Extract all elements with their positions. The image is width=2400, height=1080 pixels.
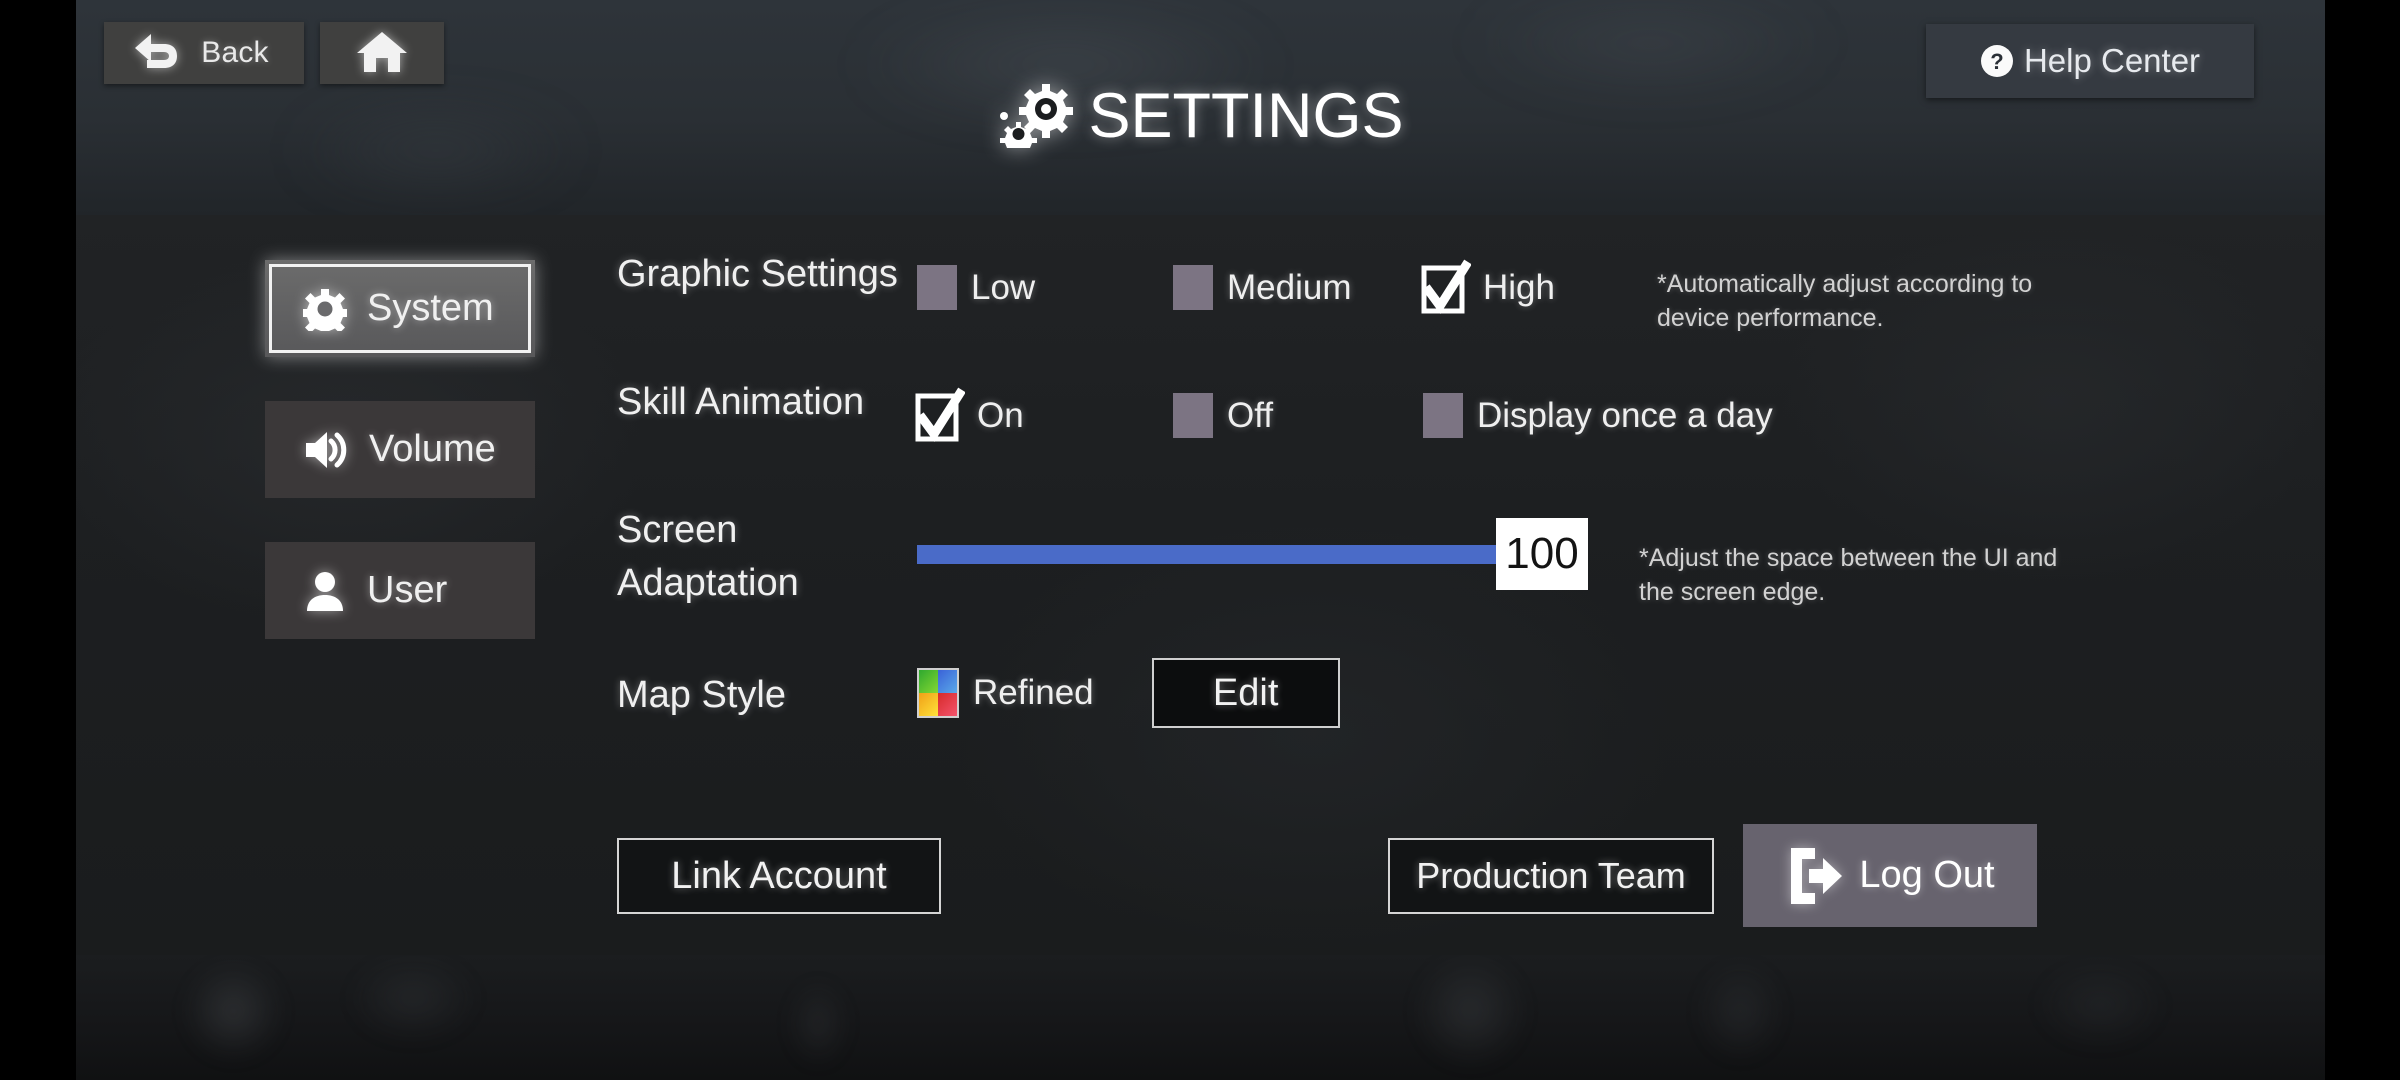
row-map-style: Map Style Refined Edit	[617, 633, 2317, 753]
checkbox-unchecked-icon	[1423, 393, 1463, 438]
checkbox-skill-off[interactable]: Off	[1173, 393, 1423, 438]
map-style-label: Refined	[973, 673, 1094, 712]
person-icon	[303, 569, 347, 613]
logout-button[interactable]: Log Out	[1743, 824, 2037, 927]
option-label: Medium	[1227, 267, 1352, 307]
checkbox-graphic-low[interactable]: Low	[917, 265, 1173, 310]
row-graphic-settings: Graphic Settings Low Medium High *Automa…	[617, 245, 2317, 373]
back-button-label: Back	[201, 36, 269, 69]
sidebar-item-system[interactable]: System	[265, 260, 535, 357]
sidebar-item-user[interactable]: User	[265, 542, 535, 639]
row-screen-adaptation: Screen Adaptation 100 *Adjust the space …	[617, 501, 2317, 633]
checkbox-skill-on[interactable]: On	[915, 387, 1173, 442]
top-navigation: Back	[104, 22, 444, 84]
help-center-button[interactable]: ? Help Center	[1926, 24, 2254, 98]
logout-label: Log Out	[1859, 854, 1995, 896]
row-label: Graphic Settings	[617, 253, 898, 295]
checkbox-unchecked-icon	[1173, 393, 1213, 438]
color-palette-icon	[917, 668, 959, 718]
screen-adaptation-hint: *Adjust the space between the UI and the…	[1639, 544, 2058, 606]
checkbox-unchecked-icon	[917, 265, 957, 310]
map-style-selector[interactable]: Refined	[917, 668, 1094, 718]
page-title-text: SETTINGS	[1088, 80, 1404, 151]
row-label: Skill Animation	[617, 381, 865, 423]
sidebar-item-label: User	[367, 569, 448, 611]
checkbox-checked-icon	[1421, 259, 1471, 314]
option-label: Display once a day	[1477, 395, 1773, 435]
settings-screen: Back SETTINGS ? Help Center System Volum…	[0, 0, 2400, 1080]
map-style-value: Refined Edit	[917, 658, 1340, 728]
checkbox-graphic-high[interactable]: High	[1421, 259, 1623, 314]
checkbox-checked-icon	[915, 387, 965, 442]
home-icon	[356, 29, 408, 78]
gear-icon	[996, 78, 1076, 159]
slider-track[interactable]	[917, 545, 1509, 564]
row-label: Map Style	[617, 673, 786, 716]
option-label: High	[1483, 267, 1555, 307]
sidebar-item-label: System	[367, 287, 494, 329]
question-mark-icon: ?	[1980, 44, 2014, 78]
screen-adaptation-slider[interactable]: 100	[917, 518, 1588, 590]
skill-animation-options: On Off Display once a day	[915, 373, 1773, 442]
gear-icon	[303, 287, 347, 331]
map-style-edit-button[interactable]: Edit	[1151, 658, 1340, 728]
help-center-label: Help Center	[2023, 42, 2201, 79]
option-label: Off	[1227, 395, 1274, 435]
back-arrow-icon	[131, 31, 183, 76]
option-label: Low	[971, 267, 1036, 307]
home-button[interactable]	[320, 22, 444, 84]
production-team-button[interactable]: Production Team	[1388, 838, 1714, 914]
footer-background	[76, 955, 2325, 1080]
svg-text:?: ?	[1990, 49, 2003, 74]
option-label: On	[977, 395, 1024, 435]
speaker-icon	[303, 428, 349, 472]
sidebar-item-volume[interactable]: Volume	[265, 401, 535, 498]
exit-door-icon	[1785, 845, 1843, 907]
checkbox-skill-once-a-day[interactable]: Display once a day	[1423, 393, 1773, 438]
graphic-hint: *Automatically adjust according to devic…	[1657, 270, 2033, 332]
settings-rows: Graphic Settings Low Medium High *Automa…	[617, 245, 2317, 753]
graphic-options: Low Medium High	[917, 245, 1623, 314]
row-label: Screen Adaptation	[617, 509, 799, 604]
slider-value-box[interactable]: 100	[1496, 518, 1588, 590]
checkbox-unchecked-icon	[1173, 265, 1213, 310]
link-account-button[interactable]: Link Account	[617, 838, 941, 914]
settings-sidebar: System Volume User	[265, 260, 535, 683]
sidebar-item-label: Volume	[369, 428, 496, 470]
checkbox-graphic-medium[interactable]: Medium	[1173, 265, 1423, 310]
row-skill-animation: Skill Animation On Off Display once a da…	[617, 373, 2317, 501]
back-button[interactable]: Back	[104, 22, 304, 84]
